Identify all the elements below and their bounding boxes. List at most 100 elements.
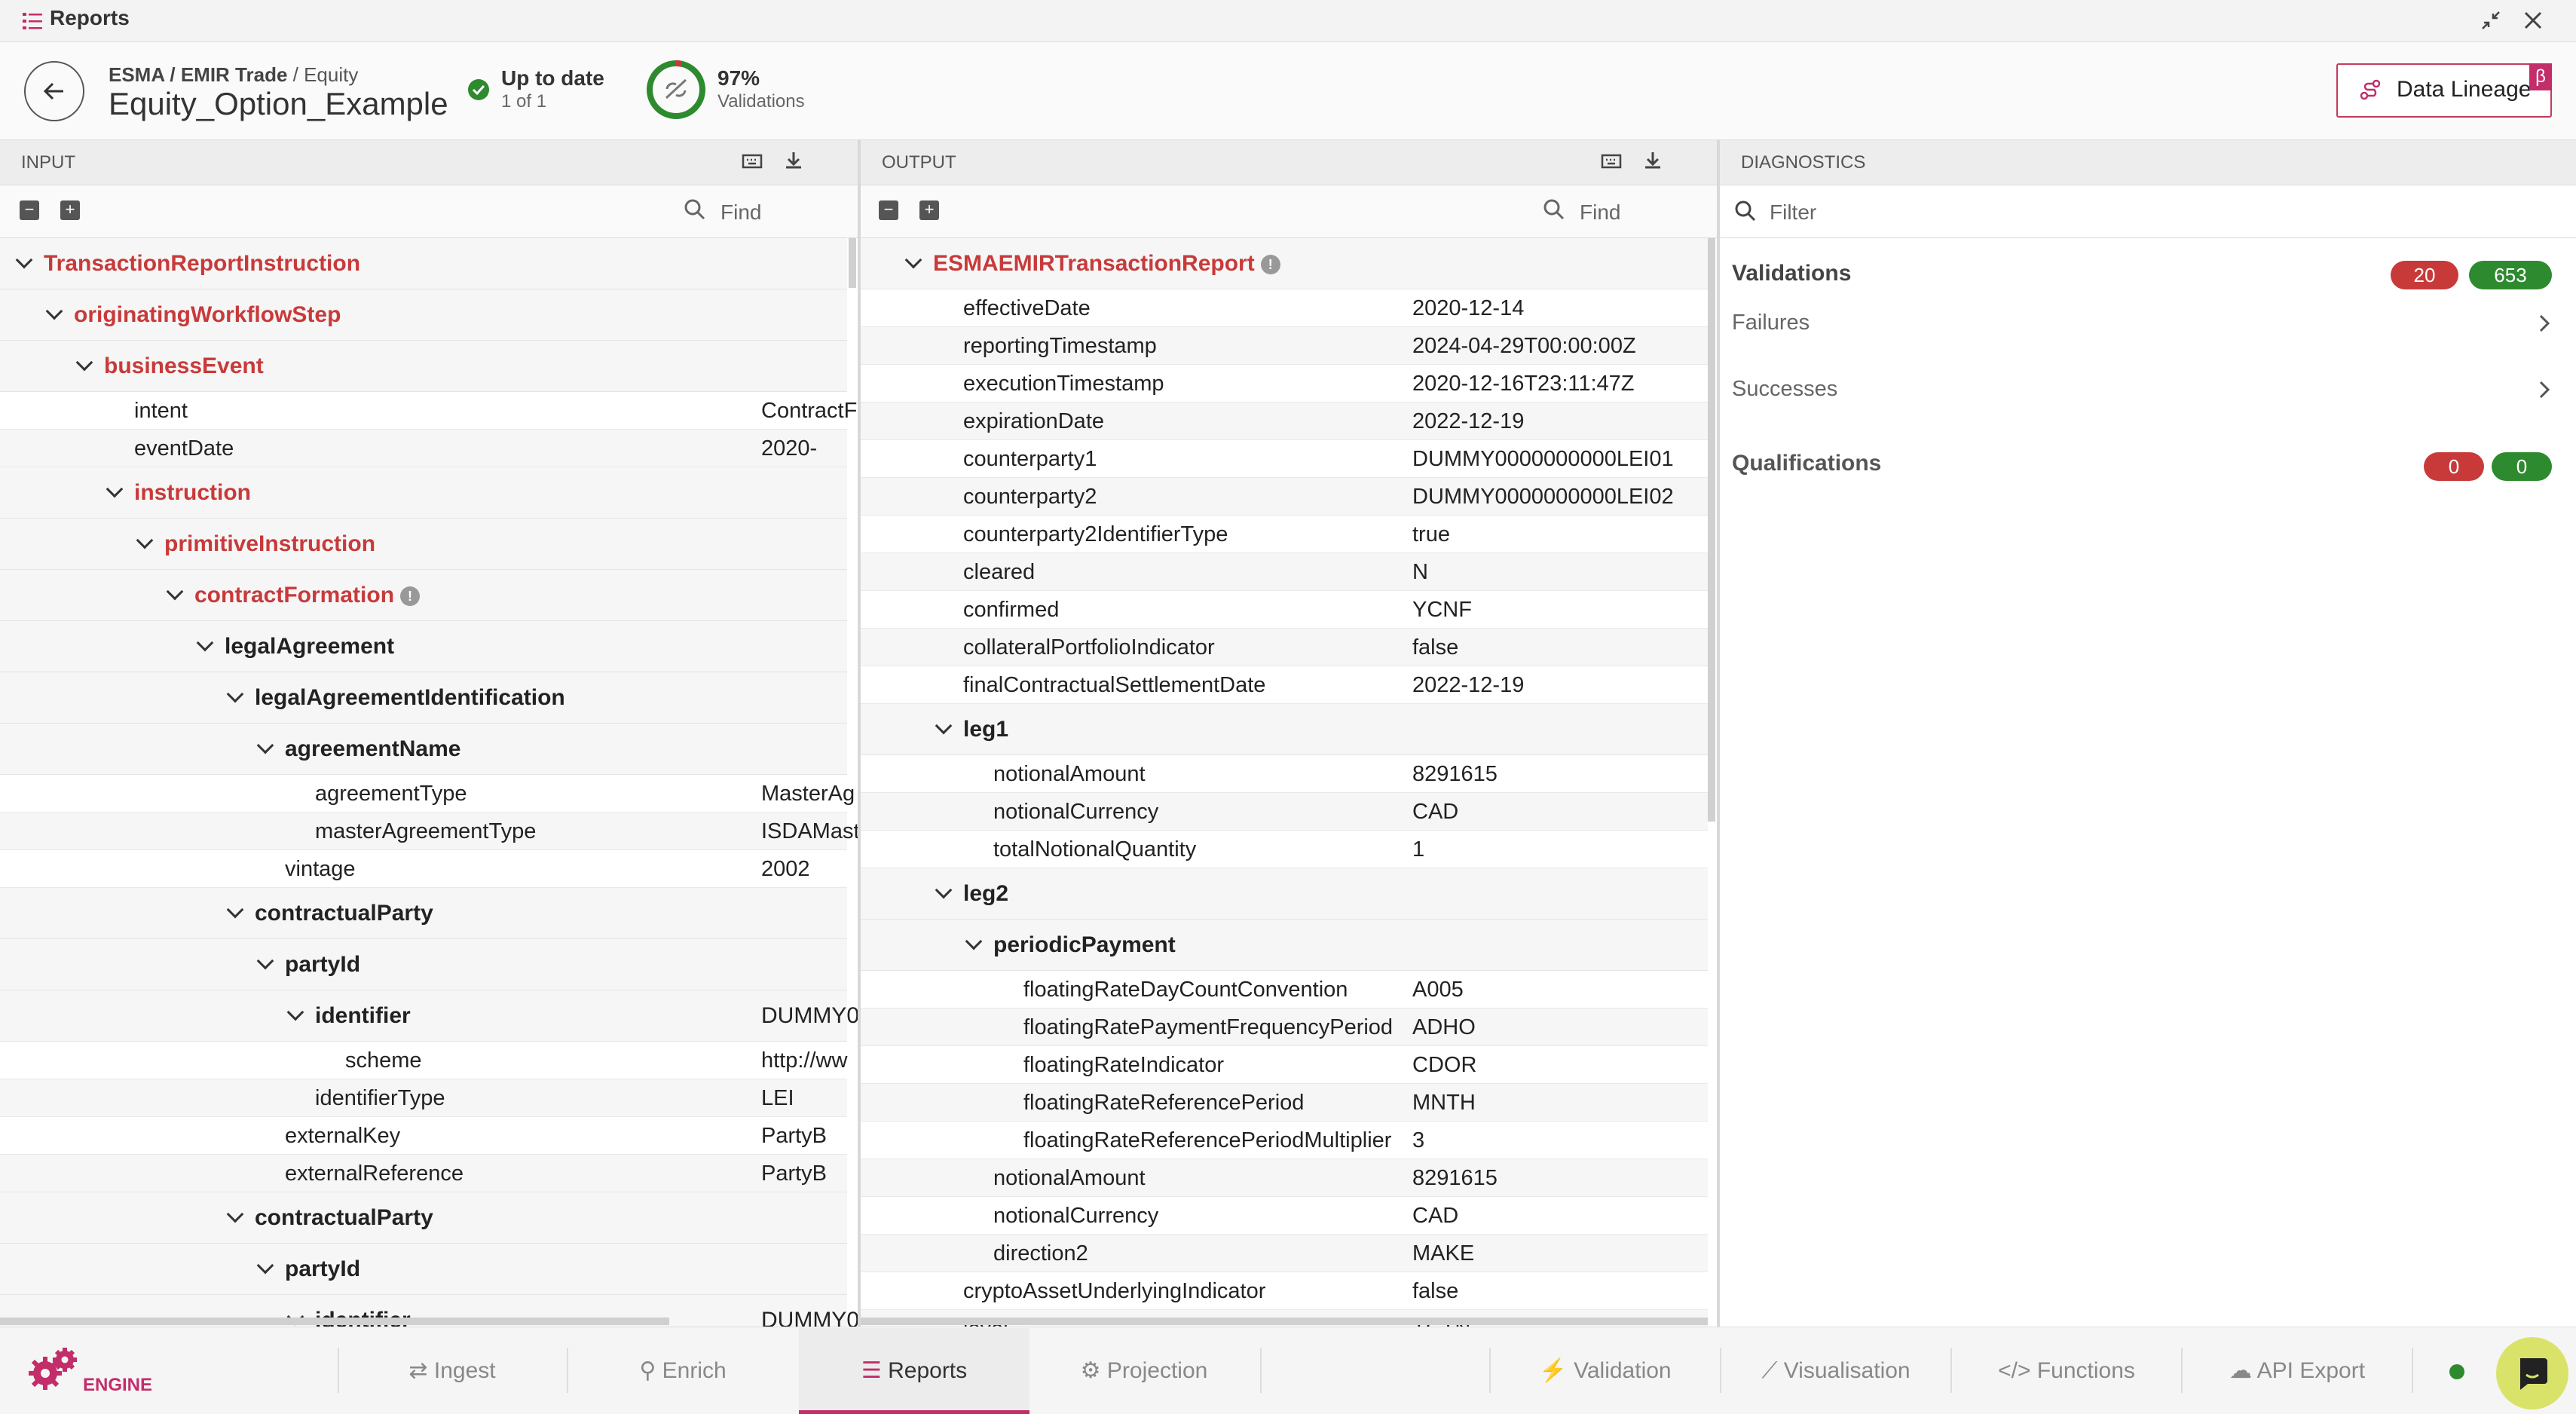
tree-group-node[interactable]: legalAgreementIdentification <box>0 672 847 724</box>
output-keyboard-icon[interactable] <box>1601 152 1623 170</box>
panel-divider[interactable] <box>1717 140 1720 1327</box>
input-tree: TransactionReportInstruction originatingW… <box>0 238 858 1327</box>
info-icon[interactable]: ! <box>400 586 421 607</box>
chevron-down-icon[interactable] <box>935 717 953 735</box>
tab-api-export[interactable]: ☁ API Export <box>2183 1328 2412 1414</box>
tree-group-node[interactable]: periodicPayment <box>861 920 1708 971</box>
chevron-down-icon[interactable] <box>15 251 33 269</box>
chevron-down-icon[interactable] <box>286 1003 304 1021</box>
successes-item[interactable]: Successes <box>1732 377 1837 402</box>
chevron-down-icon[interactable] <box>75 354 93 372</box>
tree-group-node[interactable]: contractualParty <box>0 1192 847 1244</box>
tree-group-node[interactable]: agreementName <box>0 724 847 775</box>
chevron-down-icon[interactable] <box>965 932 983 950</box>
tab-projection[interactable]: ⚙ Projection <box>1029 1328 1259 1414</box>
tree-group-node[interactable]: TransactionReportInstruction <box>0 238 847 289</box>
tree-group-node[interactable]: businessEvent <box>0 341 847 392</box>
tree-group-node[interactable]: contractFormation! <box>0 570 847 621</box>
chevron-right-icon[interactable] <box>2537 312 2552 335</box>
validation-progress-ring[interactable] <box>645 59 707 121</box>
output-download-icon[interactable] <box>1641 149 1664 172</box>
tree-group-node[interactable]: originatingWorkflowStep <box>0 289 847 341</box>
chevron-down-icon[interactable] <box>256 736 274 754</box>
chevron-down-icon[interactable] <box>226 685 244 703</box>
input-expand-all-button[interactable]: + <box>60 200 80 220</box>
tab-enrich[interactable]: ⚲ Enrich <box>568 1328 797 1414</box>
field-label: expirationDate <box>963 409 1104 433</box>
nav-divider <box>2412 1348 2413 1393</box>
chevron-down-icon[interactable] <box>935 881 953 899</box>
close-icon[interactable] <box>2522 9 2544 32</box>
validation-label: Validations <box>717 91 805 112</box>
input-download-icon[interactable] <box>782 149 805 172</box>
input-horizontal-scrollbar[interactable] <box>0 1318 669 1325</box>
field-label: floatingRateIndicator <box>1023 1053 1224 1077</box>
chevron-down-icon[interactable] <box>136 531 154 549</box>
output-horizontal-scrollbar[interactable] <box>861 1318 1708 1325</box>
window-title: Reports <box>50 6 130 29</box>
tree-node-label: primitiveInstruction <box>164 531 376 556</box>
output-tree: ESMAEMIRTransactionReport! effectiveDate 2… <box>861 238 1717 1327</box>
chevron-down-icon[interactable] <box>166 583 184 601</box>
tree-leaf-row: intent ContractF <box>0 392 857 430</box>
chevron-down-icon[interactable] <box>256 952 274 970</box>
field-value: true <box>1412 522 1450 546</box>
input-keyboard-icon[interactable] <box>742 152 764 170</box>
chevron-down-icon[interactable] <box>226 901 244 919</box>
failures-item[interactable]: Failures <box>1732 311 1810 335</box>
chevron-down-icon[interactable] <box>256 1256 274 1275</box>
arrows-swap-icon: ⇄ <box>408 1358 428 1383</box>
field-label: counterparty1 <box>963 447 1097 471</box>
chat-button[interactable] <box>2496 1337 2568 1409</box>
output-find-input[interactable]: Find <box>1580 200 1620 225</box>
validations-heading[interactable]: Validations <box>1732 261 1851 286</box>
tree-group-node[interactable]: leg1 <box>861 704 1708 755</box>
input-panel-header: INPUT <box>0 140 858 185</box>
tree-group-node[interactable]: ESMAEMIRTransactionReport! <box>861 238 1708 289</box>
output-expand-all-button[interactable]: + <box>919 200 939 220</box>
minimize-icon[interactable] <box>2480 9 2502 32</box>
output-collapse-all-button[interactable]: − <box>879 200 898 220</box>
input-collapse-all-button[interactable]: − <box>20 200 39 220</box>
tree-group-node[interactable]: primitiveInstruction <box>0 519 847 570</box>
tab-visualisation[interactable]: ⟋ Visualisation <box>1721 1328 1950 1414</box>
tab-ingest[interactable]: ⇄ Ingest <box>339 1328 565 1414</box>
tree-node-label: leg2 <box>963 881 1009 906</box>
input-vertical-scrollbar[interactable] <box>849 238 856 288</box>
tab-functions[interactable]: </> Functions <box>1952 1328 2181 1414</box>
chevron-down-icon[interactable] <box>45 302 63 320</box>
tab-reports-label: Reports <box>888 1358 968 1383</box>
tree-group-node[interactable]: instruction <box>0 467 847 519</box>
tab-validation[interactable]: ⚡ Validation <box>1491 1328 1720 1414</box>
breadcrumb-root[interactable]: ESMA / EMIR Trade <box>109 63 287 86</box>
field-label: floatingRateReferencePeriod <box>1023 1091 1305 1115</box>
tree-group-node[interactable]: leg2 <box>861 868 1708 920</box>
field-value: DUMMY0000000000LEI02 <box>1412 485 1674 509</box>
chevron-down-icon[interactable] <box>106 480 124 498</box>
tree-group-node[interactable]: contractualParty <box>0 888 847 939</box>
chevron-down-icon[interactable] <box>196 634 214 652</box>
tree-group-node[interactable]: partyId <box>0 1244 847 1295</box>
tree-node-label: partyId <box>285 1256 361 1281</box>
diagnostics-filter-bar <box>1720 185 2576 238</box>
tab-reports[interactable]: ☰ Reports <box>799 1328 1029 1414</box>
tree-group-node[interactable]: identifier DUMMY0 <box>0 990 858 1042</box>
info-icon[interactable]: ! <box>1260 255 1280 275</box>
chevron-down-icon[interactable] <box>226 1205 244 1223</box>
tree-group-node[interactable]: partyId <box>0 939 847 990</box>
output-vertical-scrollbar[interactable] <box>1708 238 1715 822</box>
qualifications-heading[interactable]: Qualifications <box>1732 451 1881 476</box>
chevron-down-icon[interactable] <box>904 251 922 269</box>
tree-group-node[interactable]: legalAgreement <box>0 621 847 672</box>
diagnostics-filter-input[interactable]: Filter <box>1770 200 1816 225</box>
chat-icon <box>2520 1358 2547 1390</box>
input-find-input[interactable]: Find <box>720 200 761 225</box>
connection-status-dot <box>2449 1364 2464 1379</box>
chevron-right-icon[interactable] <box>2537 378 2552 401</box>
cloud-icon: ☁ <box>2229 1358 2252 1383</box>
search-icon <box>683 197 707 222</box>
back-button[interactable] <box>24 61 84 121</box>
tree-leaf-row: masterAgreementType ISDAMast <box>0 813 858 850</box>
tree-leaf-row: confirmed YCNF <box>861 591 1708 629</box>
field-label: totalNotionalQuantity <box>993 837 1197 862</box>
